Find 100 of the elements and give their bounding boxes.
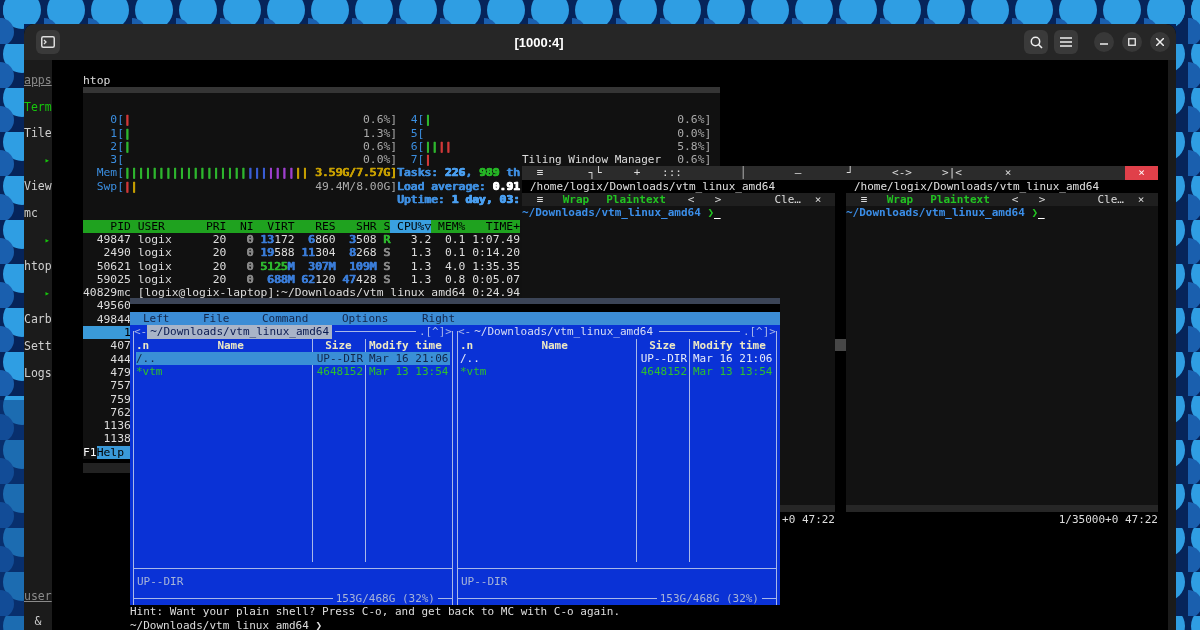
column-header[interactable]: Name bbox=[541, 338, 568, 352]
sidebar-item[interactable]: htop bbox=[24, 260, 52, 274]
column-header[interactable]: .n bbox=[136, 338, 150, 352]
column-header[interactable]: .n bbox=[460, 338, 474, 352]
column-header[interactable]: Modify time bbox=[693, 338, 766, 352]
menu-item[interactable]: Left bbox=[143, 312, 203, 326]
file-row[interactable]: *vtm 4648152 Mar 13 13:54 bbox=[460, 365, 774, 379]
table-row[interactable]: 2490 logix 20 0 19588 11304 8268 S 1.3 0.1 0:14.20 bbox=[83, 246, 521, 260]
column-header[interactable]: Name bbox=[217, 338, 244, 352]
column-header[interactable]: TIME+ bbox=[465, 219, 520, 233]
column-header[interactable]: S bbox=[376, 219, 391, 233]
menu-item[interactable]: Command bbox=[262, 312, 342, 326]
toolbar-button[interactable]: Cle… bbox=[1097, 192, 1124, 207]
toolbar-button[interactable]: ┘ bbox=[812, 166, 888, 180]
toolbar-button[interactable]: >|< bbox=[916, 166, 988, 180]
expand-arrow[interactable]: ▸ bbox=[24, 286, 52, 301]
table-row[interactable]: 479 bbox=[83, 365, 131, 380]
close-icon[interactable] bbox=[1150, 32, 1170, 52]
table-row[interactable]: 1 bbox=[83, 326, 131, 340]
maximize-icon[interactable] bbox=[1122, 32, 1142, 52]
table-row[interactable]: 444 bbox=[83, 352, 131, 366]
column-header[interactable]: MEM% bbox=[431, 219, 466, 233]
expand-arrow[interactable]: ▸ bbox=[24, 153, 52, 168]
status-text: 1/35000+0 47:22 bbox=[1058, 512, 1158, 526]
minimize-icon[interactable] bbox=[1094, 32, 1114, 52]
file-row[interactable]: /.. UP--DIR Mar 16 21:06 bbox=[460, 351, 774, 366]
column-header[interactable]: RES bbox=[294, 219, 336, 233]
column-header[interactable]: SHR bbox=[335, 219, 377, 233]
column-header[interactable]: NI bbox=[226, 219, 254, 233]
menu-icon[interactable] bbox=[1054, 30, 1078, 54]
menu-item[interactable]: File bbox=[203, 312, 262, 326]
search-icon[interactable] bbox=[1024, 30, 1048, 54]
table-row[interactable]: 1138 bbox=[83, 432, 131, 446]
menu-item[interactable]: Options bbox=[342, 312, 422, 326]
panel-controls[interactable]: .[^]> bbox=[742, 325, 776, 339]
toolbar-button[interactable]: < bbox=[1002, 192, 1028, 207]
table-row[interactable]: 759 bbox=[83, 392, 131, 406]
column-header[interactable]: VIRT bbox=[253, 219, 295, 233]
sidebar-item[interactable]: Logs bbox=[24, 366, 52, 380]
table-row[interactable]: 1136 bbox=[83, 419, 131, 433]
table-row[interactable]: 757 bbox=[83, 379, 131, 393]
scrollbar-thumb[interactable] bbox=[835, 338, 846, 351]
toolbar-button[interactable]: Cle… bbox=[774, 192, 801, 207]
expand-arrow[interactable]: ▸ bbox=[24, 233, 52, 247]
toolbar-button[interactable]: — bbox=[784, 166, 812, 180]
table-cell-text: 0:14.20 bbox=[471, 246, 520, 260]
sidebar-heading[interactable]: apps bbox=[24, 74, 52, 88]
table-cell-text: 13172 bbox=[259, 232, 295, 247]
toolbar-button[interactable]: > bbox=[1028, 192, 1056, 207]
table-row[interactable]: 49560 bbox=[83, 299, 131, 313]
history-arrow[interactable]: <- bbox=[134, 325, 148, 339]
sidebar-heading[interactable]: user bbox=[24, 590, 52, 604]
file-row[interactable]: *vtm 4648152 Mar 13 13:54 bbox=[136, 365, 450, 379]
sidebar-item[interactable]: View bbox=[24, 180, 52, 194]
toolbar-button[interactable]: + bbox=[632, 166, 642, 180]
meter-label: 3[ bbox=[109, 153, 124, 167]
file-row[interactable]: /.. UP--DIR Mar 16 21:06 bbox=[136, 351, 450, 366]
terminal-icon[interactable] bbox=[36, 30, 60, 54]
panel-controls[interactable]: .[^]> bbox=[418, 325, 452, 339]
column-header[interactable]: PID bbox=[83, 219, 131, 233]
toolbar-button[interactable]: × bbox=[801, 192, 835, 207]
close-button[interactable]: × bbox=[1125, 166, 1158, 180]
table-row[interactable]: 50621 logix 20 0 5125M 307M 109M S 1.3 4.0 1:35.35 bbox=[83, 259, 521, 273]
sidebar-item[interactable]: Tile bbox=[24, 127, 52, 141]
toolbar-button[interactable]: ::: bbox=[642, 166, 702, 180]
sidebar-item[interactable]: & bbox=[24, 614, 52, 628]
window-title: Tiling Window Manager bbox=[522, 153, 662, 166]
column-header[interactable]: Size bbox=[325, 338, 352, 352]
toolbar-button[interactable]: × bbox=[988, 166, 1028, 180]
column-header[interactable]: Modify time bbox=[369, 338, 442, 352]
column-header[interactable]: CPU%▽ bbox=[390, 219, 432, 233]
table-cell-text: 1.3 bbox=[409, 246, 432, 260]
sidebar-item[interactable]: mc bbox=[24, 206, 52, 221]
toolbar-button[interactable]: ┐└ bbox=[558, 166, 632, 180]
column-header[interactable]: PRI bbox=[199, 219, 227, 233]
toolbar-button[interactable]: <-> bbox=[888, 166, 916, 180]
menu-item[interactable]: Right bbox=[422, 312, 780, 326]
table-row[interactable]: 407 bbox=[83, 339, 131, 353]
toolbar-button[interactable]: Wrap bbox=[882, 192, 918, 207]
toolbar-button[interactable]: ≡ bbox=[522, 166, 558, 180]
table-row[interactable]: 59025 logix 20 0 688M 62120 47428 S 1.3 0.8 0:05.07 bbox=[83, 272, 521, 287]
table-row[interactable]: 40829mc [logix@logix-laptop]:~/Downloads/vtm_linux_amd64 0:24.94 bbox=[83, 286, 521, 300]
table-row[interactable]: 49844 bbox=[83, 312, 131, 327]
sidebar-item[interactable]: Sett bbox=[24, 339, 52, 354]
sidebar-item[interactable]: Term bbox=[24, 100, 52, 114]
history-arrow[interactable]: <- bbox=[458, 325, 472, 339]
toolbar-button[interactable]: ≡ bbox=[522, 192, 558, 207]
table-row[interactable]: 49847 logix 20 0 13172 6860 3508 R 3.2 0.1 1:07.49 bbox=[83, 232, 521, 247]
sidebar-item[interactable]: Carb bbox=[24, 313, 52, 327]
toolbar-button[interactable]: < bbox=[678, 192, 704, 207]
toolbar-button[interactable]: Wrap bbox=[558, 192, 594, 207]
column-header[interactable]: USER bbox=[130, 219, 200, 233]
function-label[interactable]: Help bbox=[96, 445, 130, 459]
toolbar-button[interactable]: Plaintext bbox=[918, 192, 1002, 207]
toolbar-button[interactable]: Plaintext bbox=[594, 192, 678, 207]
toolbar-button[interactable]: × bbox=[1124, 192, 1158, 207]
table-row[interactable]: 762 bbox=[83, 405, 131, 420]
column-header[interactable]: Size bbox=[649, 338, 676, 352]
toolbar-button[interactable]: ≡ bbox=[846, 192, 882, 207]
toolbar-button[interactable]: > bbox=[704, 192, 732, 207]
